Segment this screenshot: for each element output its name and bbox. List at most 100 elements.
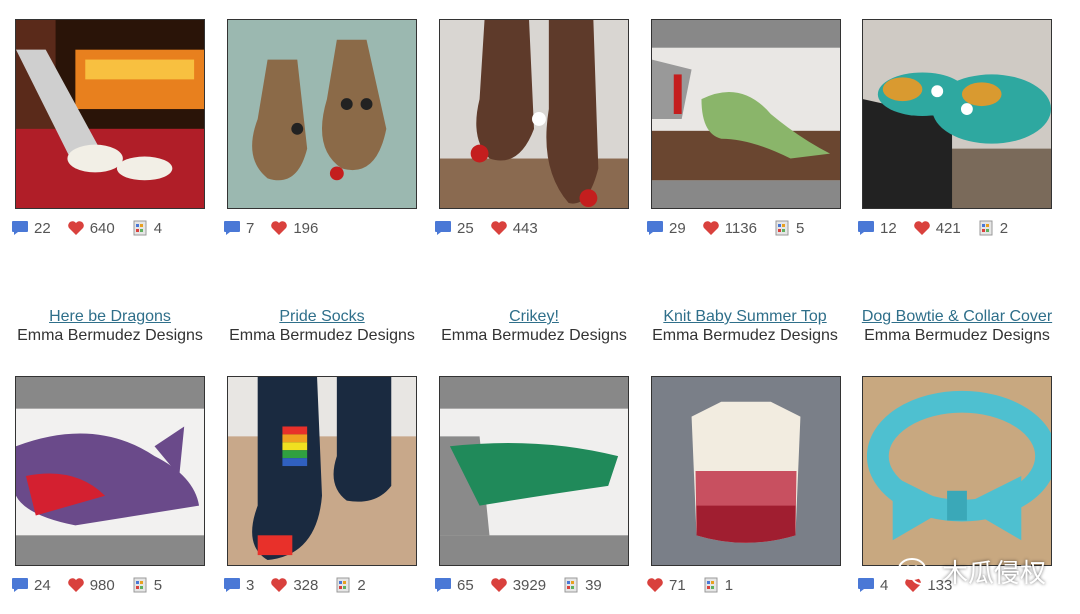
heart-icon <box>67 221 84 235</box>
comments-stat[interactable]: 4 <box>857 577 888 594</box>
pattern-card[interactable] <box>862 19 1052 209</box>
dog-bowtie-image <box>863 377 1051 565</box>
pride-socks-image <box>228 377 416 565</box>
designer-name[interactable]: Emma Bermudez Designs <box>10 326 210 345</box>
pattern-card[interactable] <box>227 376 417 566</box>
pattern-card[interactable] <box>439 19 629 209</box>
heart-icon <box>271 578 288 592</box>
hearts-count: 328 <box>293 576 319 594</box>
comment-bubble-icon <box>435 578 451 592</box>
pattern-title-link[interactable]: Dog Bowtie & Collar Cover <box>857 307 1057 326</box>
stats-row: 29 1136 5 <box>646 219 820 237</box>
heart-icon <box>913 221 930 235</box>
projects-stat[interactable]: 2 <box>977 220 1008 237</box>
comments-count: 22 <box>34 219 51 237</box>
pattern-thumbnail-dragon-slippers[interactable] <box>15 376 205 566</box>
comments-stat[interactable]: 7 <box>223 220 254 237</box>
heart-icon <box>490 221 507 235</box>
pattern-card[interactable] <box>15 376 205 566</box>
projects-count: 1 <box>724 576 734 594</box>
pattern-card[interactable] <box>862 376 1052 566</box>
reindeer-socks-image <box>440 20 628 208</box>
projects-count: 4 <box>153 219 163 237</box>
stats-row: 71 1 <box>646 576 749 594</box>
pattern-card[interactable] <box>227 19 417 209</box>
projects-icon <box>704 577 718 593</box>
pattern-title-link[interactable]: Knit Baby Summer Top <box>645 307 845 326</box>
pattern-caption: Pride Socks Emma Bermudez Designs <box>222 307 422 345</box>
projects-stat[interactable]: 39 <box>562 577 602 594</box>
hearts-count: 640 <box>89 219 115 237</box>
designer-name[interactable]: Emma Bermudez Designs <box>222 326 422 345</box>
projects-stat[interactable]: 5 <box>773 220 804 237</box>
pattern-caption: Knit Baby Summer Top Emma Bermudez Desig… <box>645 307 845 345</box>
comments-count: 7 <box>246 219 255 237</box>
pattern-caption: Dog Bowtie & Collar Cover Emma Bermudez … <box>857 307 1057 345</box>
comments-stat[interactable]: 29 <box>646 220 686 237</box>
pattern-card[interactable] <box>651 376 841 566</box>
pattern-thumbnail-reindeer-mittens[interactable] <box>227 19 417 209</box>
heart-icon <box>702 221 719 235</box>
hearts-count: 1136 <box>724 219 757 237</box>
projects-icon <box>336 577 350 593</box>
projects-stat[interactable]: 5 <box>131 577 162 594</box>
heart-icon <box>67 578 84 592</box>
projects-icon <box>979 220 993 236</box>
hearts-stat[interactable]: 328 <box>270 577 318 594</box>
pattern-caption: Here be Dragons Emma Bermudez Designs <box>10 307 210 345</box>
hearts-count: 443 <box>512 219 538 237</box>
pattern-thumbnail-platypus-slippers[interactable] <box>862 19 1052 209</box>
comments-stat[interactable]: 25 <box>434 220 474 237</box>
pattern-card[interactable] <box>651 19 841 209</box>
reindeer-mittens-image <box>228 20 416 208</box>
chameleon-sock-image <box>652 20 840 208</box>
comment-bubble-icon <box>858 221 874 235</box>
comments-stat[interactable]: 22 <box>11 220 51 237</box>
hearts-stat[interactable]: 421 <box>913 220 961 237</box>
hearts-stat[interactable]: 71 <box>646 577 686 594</box>
pattern-title-link[interactable]: Here be Dragons <box>10 307 210 326</box>
comments-stat[interactable]: 3 <box>223 577 254 594</box>
designer-name[interactable]: Emma Bermudez Designs <box>434 326 634 345</box>
pattern-thumbnail-dog-bowtie[interactable] <box>862 376 1052 566</box>
pattern-title-link[interactable]: Crikey! <box>434 307 634 326</box>
hearts-stat[interactable]: 640 <box>67 220 115 237</box>
pattern-thumbnail-baby-top[interactable] <box>651 376 841 566</box>
stats-row: 22 640 4 <box>11 219 178 237</box>
stats-row: 3 328 2 <box>223 576 382 594</box>
hearts-stat[interactable]: 1136 <box>702 220 757 237</box>
hearts-stat[interactable]: 980 <box>67 577 115 594</box>
pattern-thumbnail-chameleon-sock[interactable] <box>651 19 841 209</box>
comment-bubble-icon <box>12 578 28 592</box>
comments-stat[interactable]: 12 <box>857 220 897 237</box>
stats-row: 25 443 <box>434 219 554 237</box>
pattern-thumbnail-pride-socks[interactable] <box>227 376 417 566</box>
platypus-slippers-image <box>863 20 1051 208</box>
pattern-card[interactable] <box>439 376 629 566</box>
projects-count: 2 <box>357 576 366 594</box>
hearts-stat[interactable]: 443 <box>490 220 538 237</box>
hearts-stat[interactable]: 196 <box>270 220 318 237</box>
hearts-count: 3929 <box>512 576 547 594</box>
hearts-stat[interactable]: 3929 <box>490 577 546 594</box>
wechat-icon <box>897 557 933 585</box>
projects-stat[interactable]: 4 <box>131 220 162 237</box>
designer-name[interactable]: Emma Bermudez Designs <box>645 326 845 345</box>
comment-bubble-icon <box>224 221 240 235</box>
pattern-thumbnail-crocodile-socks[interactable] <box>439 376 629 566</box>
stats-row: 65 3929 39 <box>434 576 618 594</box>
comments-count: 3 <box>246 576 255 594</box>
pattern-title-link[interactable]: Pride Socks <box>222 307 422 326</box>
fireplace-socks-image <box>16 20 204 208</box>
pattern-thumbnail-reindeer-socks[interactable] <box>439 19 629 209</box>
watermark-text: 木瓜侵权 <box>941 559 1046 589</box>
designer-name[interactable]: Emma Bermudez Designs <box>857 326 1057 345</box>
projects-stat[interactable]: 2 <box>334 576 366 594</box>
comments-stat[interactable]: 65 <box>434 577 474 594</box>
baby-top-image <box>652 377 840 565</box>
projects-stat[interactable]: 1 <box>702 577 733 594</box>
comments-stat[interactable]: 24 <box>11 577 51 594</box>
stats-row: 24 980 5 <box>11 576 178 594</box>
pattern-thumbnail-fireplace-socks[interactable] <box>15 19 205 209</box>
pattern-card[interactable] <box>15 19 205 209</box>
